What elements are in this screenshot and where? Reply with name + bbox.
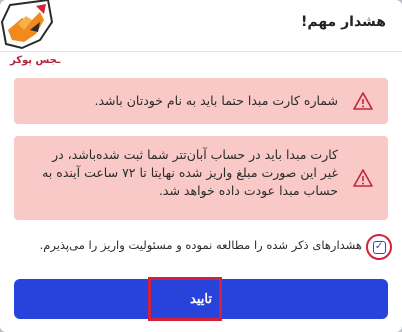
alert-card-2: کارت مبدا باید در حساب آبان‌تتر شما ثبت … (14, 136, 388, 220)
agreement-row: ✓ هشدارهای ذکر شده را مطالعه نموده و مسئ… (14, 230, 394, 260)
alert-text-1: شماره کارت مبدا حتما باید به نام خودتان … (94, 93, 338, 108)
warning-icon (353, 169, 373, 187)
fox-logo-icon (0, 0, 54, 50)
alert-card-1: شماره کارت مبدا حتما باید به نام خودتان … (14, 78, 388, 124)
confirm-button[interactable]: تایید (14, 279, 388, 319)
dialog-title: هشدار مهم! (300, 14, 386, 30)
confirm-label: تایید (190, 291, 212, 306)
warning-icon (353, 92, 373, 110)
dialog-header: ـجس پوکر هشدار مهم! (0, 0, 402, 66)
check-icon: ✓ (372, 240, 386, 254)
brand-logo: ـجس پوکر (0, 0, 72, 72)
agreement-text: هشدارهای ذکر شده را مطالعه نموده و مسئول… (39, 238, 362, 252)
logo-text: ـجس پوکر (10, 55, 61, 66)
warning-dialog: ـجس پوکر هشدار مهم! شماره کارت مبدا حتما… (0, 0, 402, 332)
agreement-checkbox[interactable]: ✓ (366, 234, 392, 260)
alert-text-2: کارت مبدا باید در حساب آبان‌تتر شما ثبت … (42, 147, 338, 198)
